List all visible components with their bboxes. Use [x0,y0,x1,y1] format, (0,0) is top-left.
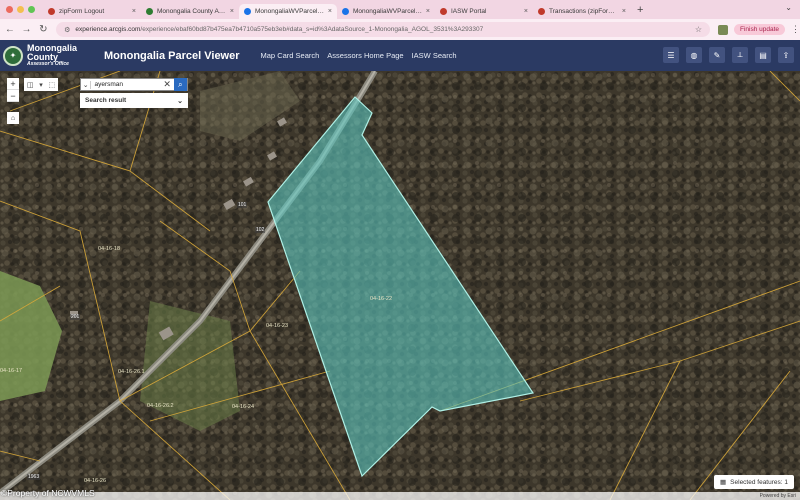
org-line-3: Assessor's Office [27,61,69,67]
tab-label: MonongaliaWVParcelViewer [255,8,325,15]
chevron-down-icon: ⌄ [177,97,183,105]
print-icon[interactable]: ▤ [755,47,771,63]
window-controls [0,6,43,13]
bookmark-star-icon[interactable]: ☆ [695,25,702,34]
tab-search-chevron-icon[interactable]: ⌄ [785,3,792,12]
url-host: experience.arcgis.com [75,26,141,33]
nav-link-iasw-search[interactable]: IASW Search [412,51,457,60]
forward-icon[interactable]: → [20,24,34,35]
browser-tab[interactable]: MonongaliaWVParcelViewer× [239,4,337,19]
powered-by-esri[interactable]: Powered by Esri [760,493,796,499]
site-info-icon[interactable]: ⚙ [64,26,70,34]
tab-close-icon[interactable]: × [132,8,136,15]
zoom-out-button[interactable]: − [7,90,19,102]
layers-icon[interactable]: ◫ [27,81,34,89]
tab-favicon-icon [48,8,55,15]
clear-search-icon[interactable]: ✕ [160,79,173,90]
address-label: 102 [255,227,266,233]
select-tool-icon[interactable]: ⬚ [48,81,55,89]
browser-tab[interactable]: Transactions (zipForm Edition)× [533,4,631,19]
share-icon[interactable]: ⇪ [778,47,794,63]
parcel-label: 04-16-26.1 [118,369,145,375]
tab-list: zipForm Logout×Monongalia County Assesso… [43,0,631,19]
search-result-header[interactable]: Search result ⌄ [80,93,188,108]
app-header: ✦ Monongalia County Assessor's Office Mo… [0,40,800,71]
reload-icon[interactable]: ↻ [36,24,50,35]
county-seal-logo: ✦ [3,45,23,66]
tab-favicon-icon [342,8,349,15]
tab-label: IASW Portal [451,8,487,15]
header-tools: ☰ ◍ ✎ ⟂ ▤ ⇪ [663,47,794,63]
parcel-label: 04-16-26.2 [147,403,174,409]
tab-close-icon[interactable]: × [328,8,332,15]
tab-close-icon[interactable]: × [230,8,234,15]
tab-favicon-icon [244,8,251,15]
parcel-label: 04-16-17 [0,368,23,374]
parcel-label: 04-16-23 [266,323,289,329]
draw-icon[interactable]: ✎ [709,47,725,63]
extension-icon[interactable] [717,24,728,35]
nav-link-assessors-home[interactable]: Assessors Home Page [327,51,403,60]
tab-label: zipForm Logout [59,8,105,15]
tab-favicon-icon [538,8,545,15]
tab-label: Transactions (zipForm Edition) [549,8,619,15]
parcel-label: 04-16-18 [98,246,121,252]
parcel-label-selected: 04-16-22 [370,296,393,302]
browser-tab[interactable]: zipForm Logout × [43,4,141,19]
parcel-label: 04-16-26 [84,478,107,484]
mls-watermark: ©Property of NCWVMLS [1,488,95,498]
selected-features-count: Selected features: 1 [730,478,788,486]
browser-tab-bar: zipForm Logout×Monongalia County Assesso… [0,0,800,19]
search-icon[interactable]: ⌕ [173,78,187,91]
tab-close-icon[interactable]: × [622,8,626,15]
search-input[interactable] [94,81,161,88]
selected-features-panel[interactable]: ▦ Selected features: 1 [714,475,794,489]
finish-update-button[interactable]: Finish update [733,24,786,35]
org-name: Monongalia County Assessor's Office [27,44,77,67]
tab-close-icon[interactable]: × [426,8,430,15]
selection-icon: ▦ [720,479,727,486]
zoom-in-button[interactable]: + [7,78,19,90]
browser-tab[interactable]: Monongalia County Assessor× [141,4,239,19]
minimize-window-button[interactable] [17,6,24,13]
tab-label: MonongaliaWVParcelViewer [353,8,423,15]
parcel-label: 04-16-24 [232,404,255,410]
close-window-button[interactable] [6,6,13,13]
basemap-gallery-icon[interactable]: ◍ [686,47,702,63]
maximize-window-button[interactable] [28,6,35,13]
measure-icon[interactable]: ⟂ [732,47,748,63]
address-label: 201 [70,314,81,320]
nav-link-map-card-search[interactable]: Map Card Search [261,51,320,60]
browser-tab[interactable]: MonongaliaWVParcelViewer× [337,4,435,19]
home-button[interactable]: ⌂ [7,112,19,124]
url-field[interactable]: ⚙ experience.arcgis.com /experience/ebaf… [56,22,710,37]
aerial-imagery [0,71,800,500]
address-label: 1963 [27,474,41,480]
tab-favicon-icon [146,8,153,15]
back-icon[interactable]: ← [3,24,17,35]
search-box: ⌄ ✕ ⌕ [80,78,188,91]
search-result-label: Search result [85,97,127,104]
new-tab-icon[interactable]: + [637,4,643,16]
browser-menu-icon[interactable]: ⋮ [791,24,800,35]
address-label: 101 [237,202,248,208]
tab-close-icon[interactable]: × [524,8,528,15]
tab-favicon-icon [440,8,447,15]
layer-list-icon[interactable]: ☰ [663,47,679,63]
browser-tab[interactable]: IASW Portal × [435,4,533,19]
address-bar-row: ← → ↻ ⚙ experience.arcgis.com /experienc… [0,19,800,40]
url-path: /experience/ebaf60bd87b475ea7b4710a575eb… [140,26,484,33]
tab-label: Monongalia County Assessor [157,8,227,15]
search-source-dropdown[interactable]: ⌄ [81,80,92,89]
zoom-controls: + − [7,78,19,102]
map-view[interactable]: 04-16-22 04-16-18 04-16-23 04-16-26.1 04… [0,71,800,500]
header-nav: Map Card Search Assessors Home Page IASW… [261,51,457,60]
map-widget-toggles: ◫ ▾ ⬚ [24,78,58,91]
map-attribution: Powered by Esri [0,492,800,500]
chevron-down-icon[interactable]: ▾ [39,81,43,89]
app-title: Monongalia Parcel Viewer [104,49,240,62]
